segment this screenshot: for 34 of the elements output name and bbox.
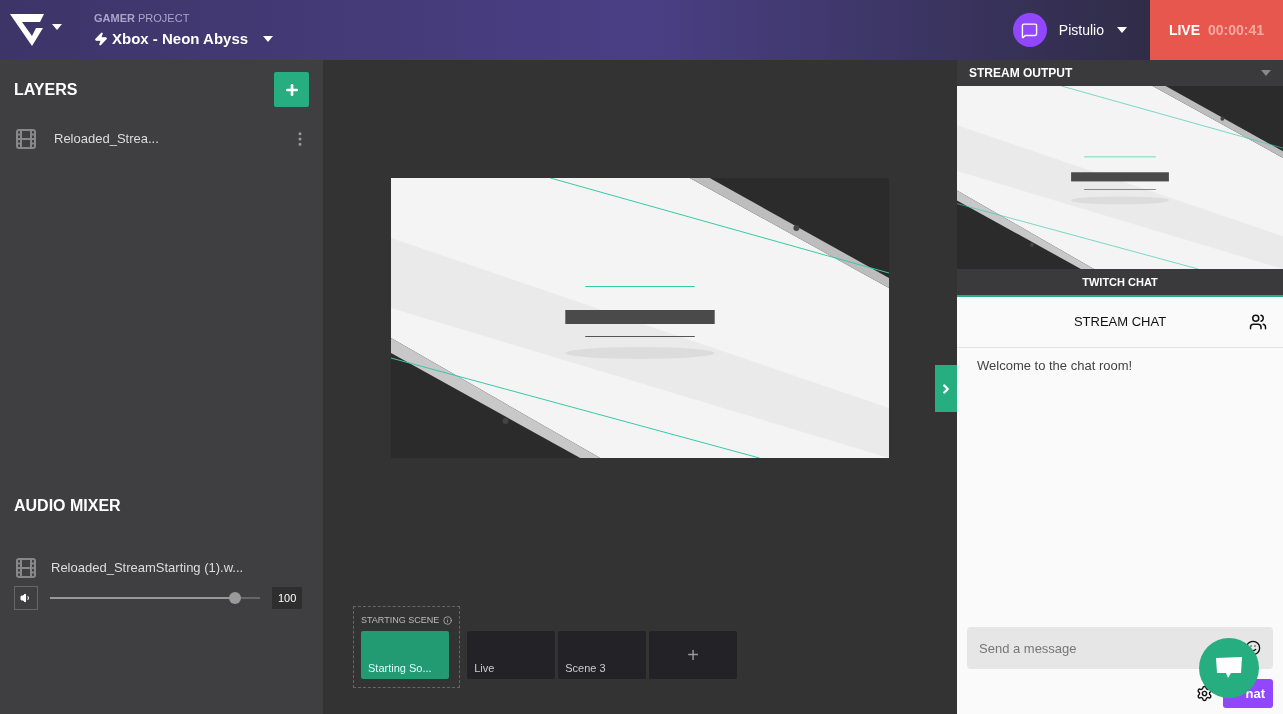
- mute-button[interactable]: [14, 586, 38, 610]
- chat-title: STREAM CHAT: [1073, 313, 1167, 332]
- users-icon[interactable]: [1249, 313, 1267, 331]
- account-menu[interactable]: Pistulio: [1058, 19, 1128, 41]
- film-icon: [14, 127, 38, 151]
- stream-output-bar[interactable]: STREAM OUTPUT: [957, 60, 1283, 86]
- starting-scene-label: STARTING SCENE: [361, 613, 453, 627]
- scene-tile[interactable]: Scene 3: [558, 631, 647, 679]
- channel-name: Reloaded_StreamStarting (1).w...: [51, 559, 244, 578]
- live-indicator: LIVE 00:00:41: [1150, 0, 1283, 60]
- info-icon: [443, 615, 453, 625]
- audio-mixer-title: AUDIO MIXER: [13, 496, 122, 516]
- speech-bubble-icon: [1215, 656, 1243, 680]
- twitch-avatar-icon: [1012, 13, 1047, 47]
- volume-slider[interactable]: [50, 592, 260, 604]
- layer-item[interactable]: Reloaded_Strea...: [0, 119, 323, 159]
- settings-icon[interactable]: [1196, 685, 1213, 702]
- lightning-icon: [94, 31, 108, 46]
- volume-reading: 100: [272, 586, 303, 610]
- logo-icon[interactable]: [10, 12, 64, 48]
- layers-title: LAYERS: [14, 79, 78, 100]
- add-scene-button[interactable]: +: [649, 631, 738, 679]
- chat-message: Welcome to the chat room!: [976, 357, 1134, 375]
- caret-icon: [1261, 70, 1271, 76]
- scene-tile[interactable]: Live: [467, 631, 556, 679]
- add-layer-button[interactable]: [274, 72, 309, 107]
- project-label: GAMER PROJECT: [94, 11, 191, 26]
- project-selector[interactable]: Xbox - Neon Abyss: [94, 27, 277, 50]
- speaker-icon: [20, 592, 32, 604]
- caret-icon: [1116, 26, 1128, 34]
- film-icon: [14, 556, 38, 580]
- twitch-chat-tab[interactable]: TWITCH CHAT: [957, 269, 1283, 297]
- plus-icon: [283, 81, 300, 98]
- message-field[interactable]: Send a message: [967, 627, 1273, 669]
